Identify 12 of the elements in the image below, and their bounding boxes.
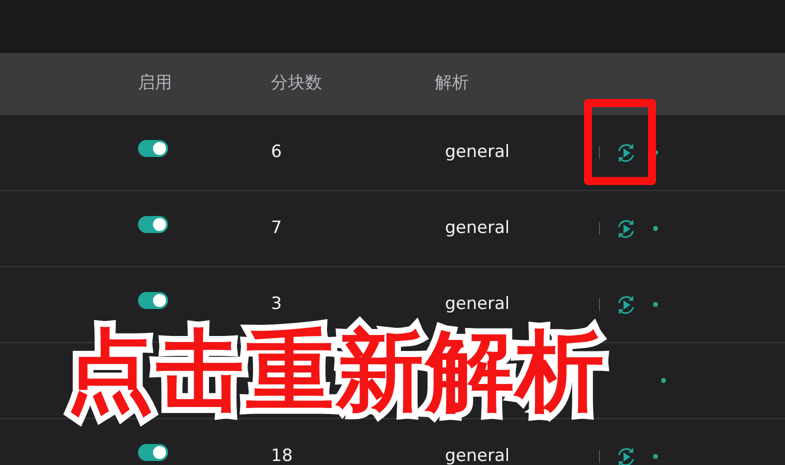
parser-name: general	[445, 218, 510, 238]
chunk-count: 3	[271, 294, 282, 314]
parser-name: general	[445, 142, 510, 162]
column-header: 分块数	[271, 72, 322, 96]
parser-name: general	[445, 446, 510, 465]
chunk-count: 7	[271, 218, 282, 238]
parser-name: general	[445, 294, 510, 314]
annotation-caption: 点击重新解析	[66, 318, 606, 424]
column-header: 启用	[138, 72, 172, 96]
chunk-count: 18	[271, 446, 293, 465]
chunk-count: 6	[271, 142, 282, 162]
column-header: 解析	[435, 72, 469, 96]
